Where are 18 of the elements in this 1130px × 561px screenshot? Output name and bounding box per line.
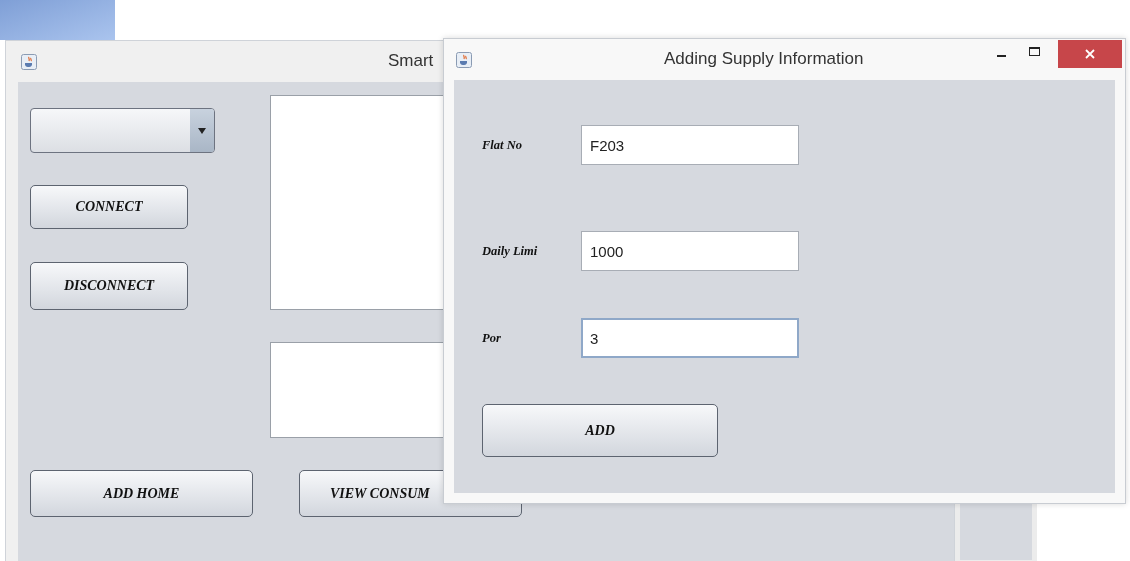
action-button[interactable]: DISCONNECT — [30, 262, 188, 310]
close-icon — [1085, 49, 1095, 59]
add-button[interactable]: ADD — [482, 404, 718, 457]
field-label: Daily Limi — [482, 243, 539, 259]
app-icon — [21, 53, 37, 70]
window-title: Smart — [388, 51, 434, 71]
input-field[interactable]: F203 — [581, 125, 799, 165]
action-button[interactable]: ADD HOME — [30, 470, 253, 517]
dropdown[interactable] — [30, 108, 215, 153]
app-icon — [456, 51, 472, 68]
input-field[interactable]: 1000 — [581, 231, 799, 271]
dialog-title: Adding Supply Information — [664, 49, 864, 69]
dropdown-arrow-icon — [198, 127, 206, 134]
action-button[interactable]: CONNECT — [30, 185, 188, 229]
input-field[interactable]: 3 — [581, 318, 799, 358]
close-button[interactable] — [1058, 40, 1122, 68]
field-label: Flat No — [482, 137, 523, 153]
field-label: Por — [482, 330, 502, 346]
